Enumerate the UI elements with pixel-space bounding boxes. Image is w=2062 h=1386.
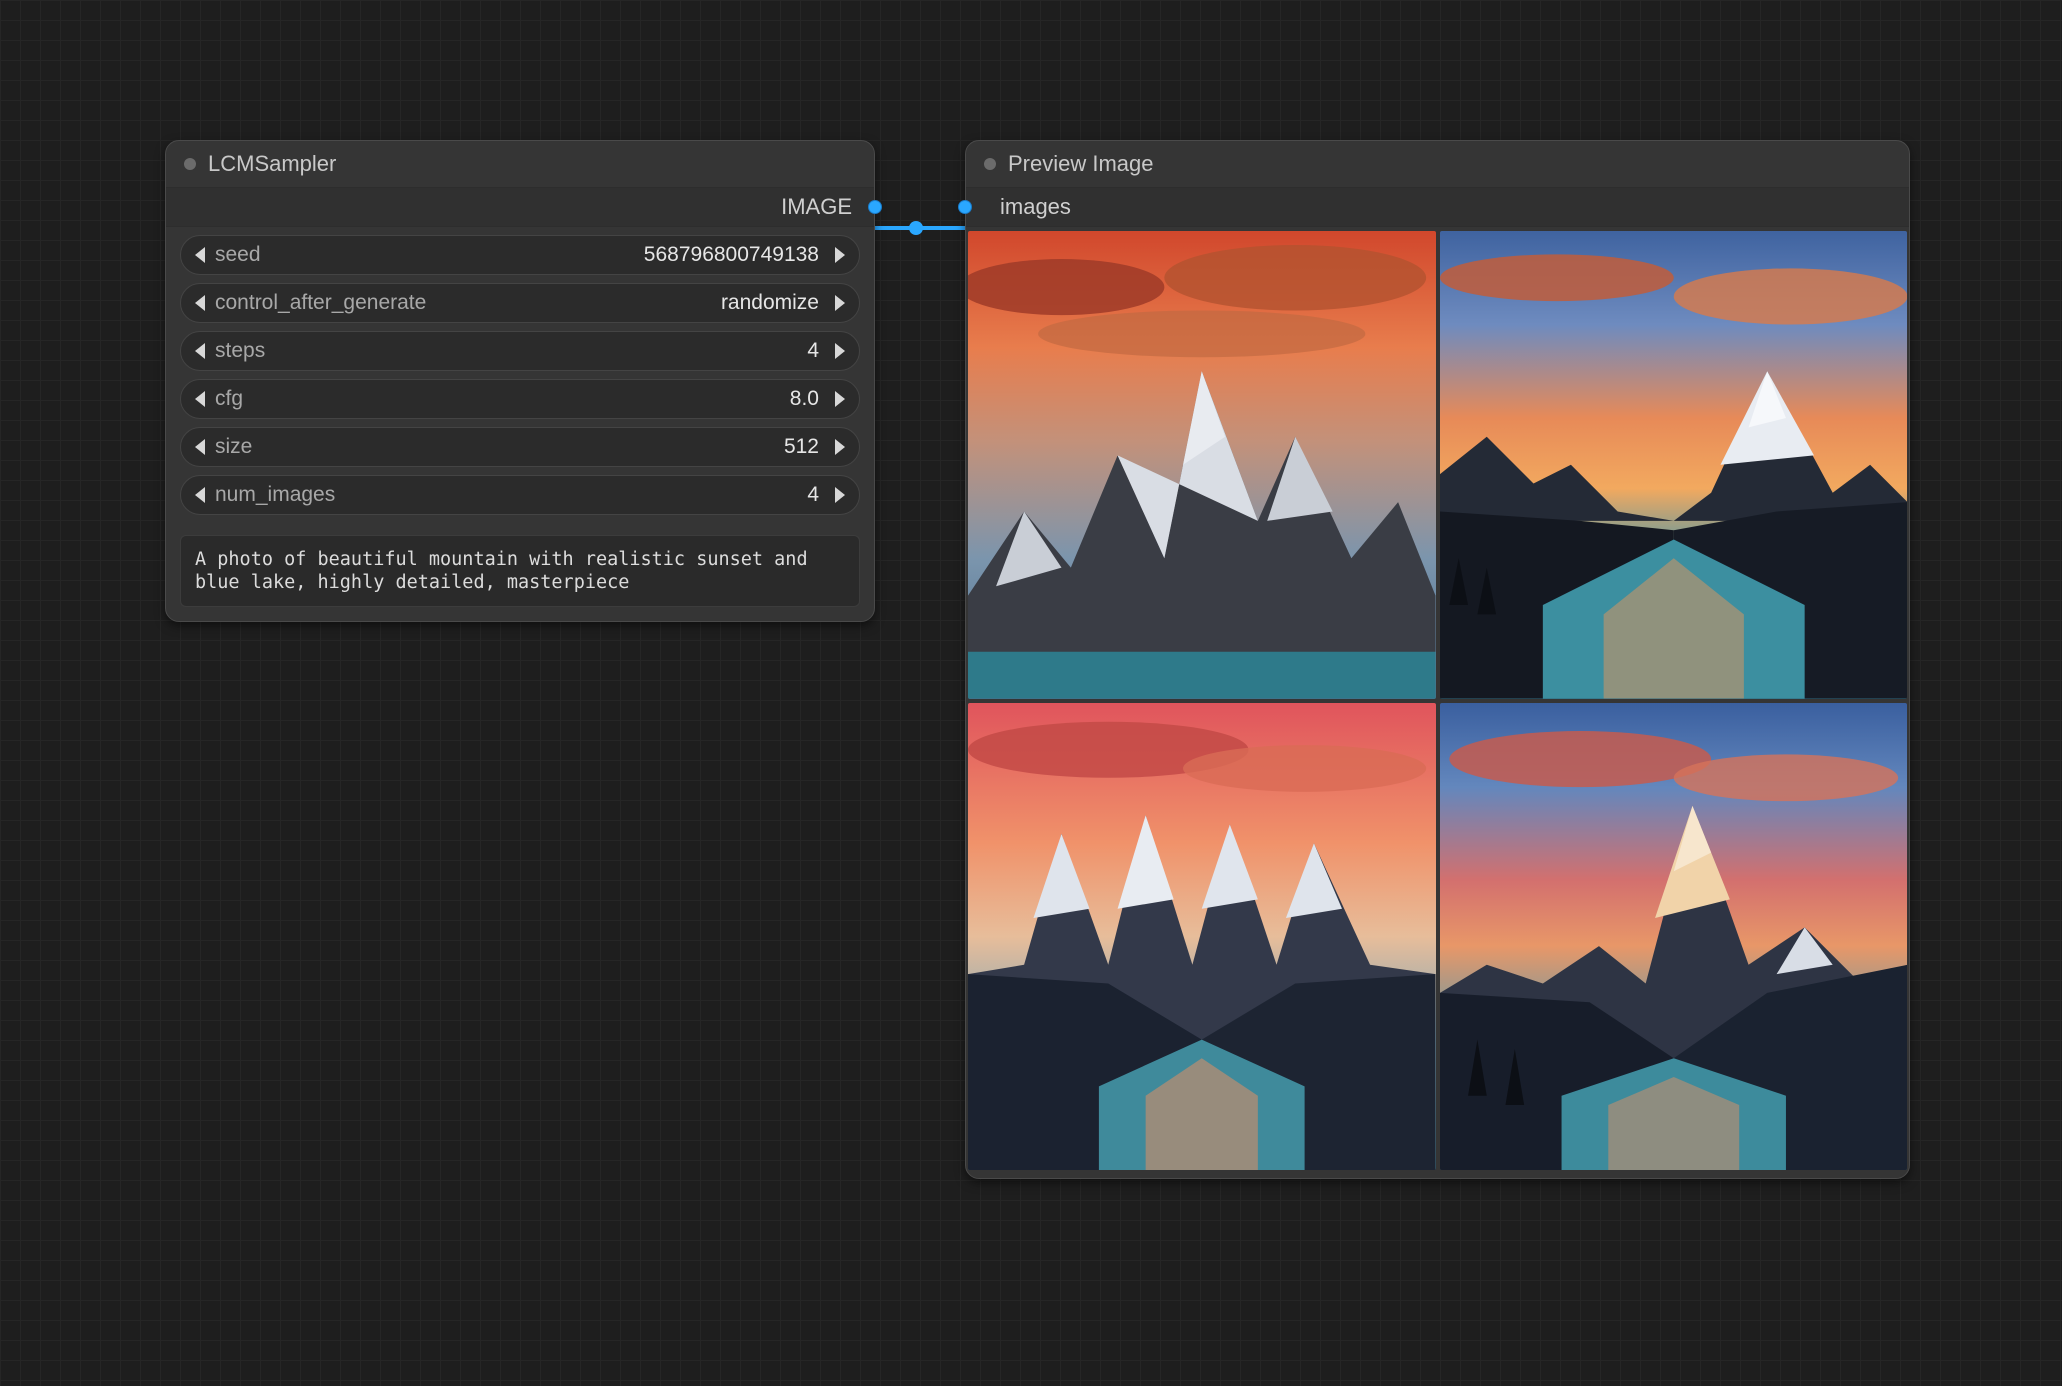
image-grid <box>966 227 1909 1178</box>
cag-value[interactable]: randomize <box>721 291 819 315</box>
seed-label: seed <box>215 243 261 267</box>
size-label: size <box>215 435 252 459</box>
size-decrement-icon[interactable] <box>195 439 205 455</box>
node-header[interactable]: Preview Image <box>966 141 1909 188</box>
widgets-container: seed 568796800749138 control_after_gener… <box>166 227 874 529</box>
node-title: Preview Image <box>1008 151 1154 177</box>
steps-widget[interactable]: steps 4 <box>180 331 860 371</box>
input-port-label: images <box>1000 194 1071 220</box>
steps-label: steps <box>215 339 265 363</box>
preview-image-1[interactable] <box>968 231 1436 699</box>
node-title: LCMSampler <box>208 151 336 177</box>
control-after-generate-widget[interactable]: control_after_generate randomize <box>180 283 860 323</box>
cag-prev-icon[interactable] <box>195 295 205 311</box>
output-port-label: IMAGE <box>781 194 852 220</box>
node-header[interactable]: LCMSampler <box>166 141 874 188</box>
cfg-value[interactable]: 8.0 <box>790 387 819 411</box>
size-widget[interactable]: size 512 <box>180 427 860 467</box>
nimg-label: num_images <box>215 483 335 507</box>
cag-label: control_after_generate <box>215 291 426 315</box>
size-value[interactable]: 512 <box>784 435 819 459</box>
preview-image-2[interactable] <box>1440 231 1908 699</box>
num-images-widget[interactable]: num_images 4 <box>180 475 860 515</box>
size-increment-icon[interactable] <box>835 439 845 455</box>
canvas-background[interactable]: LCMSampler IMAGE seed 568796800749138 co… <box>0 0 2062 1386</box>
nimg-decrement-icon[interactable] <box>195 487 205 503</box>
steps-increment-icon[interactable] <box>835 343 845 359</box>
nimg-increment-icon[interactable] <box>835 487 845 503</box>
lcmsampler-node[interactable]: LCMSampler IMAGE seed 568796800749138 co… <box>165 140 875 622</box>
node-collapse-dot-icon[interactable] <box>184 158 196 170</box>
nimg-value[interactable]: 4 <box>807 483 819 507</box>
preview-image-node[interactable]: Preview Image images <box>965 140 1910 1179</box>
connection-wire <box>866 218 976 238</box>
cfg-widget[interactable]: cfg 8.0 <box>180 379 860 419</box>
cfg-label: cfg <box>215 387 243 411</box>
input-port-socket[interactable] <box>958 200 972 214</box>
node-collapse-dot-icon[interactable] <box>984 158 996 170</box>
seed-increment-icon[interactable] <box>835 247 845 263</box>
input-port-row: images <box>966 188 1909 227</box>
preview-image-3[interactable] <box>968 703 1436 1171</box>
cfg-decrement-icon[interactable] <box>195 391 205 407</box>
output-port-socket[interactable] <box>868 200 882 214</box>
seed-decrement-icon[interactable] <box>195 247 205 263</box>
steps-decrement-icon[interactable] <box>195 343 205 359</box>
steps-value[interactable]: 4 <box>807 339 819 363</box>
seed-widget[interactable]: seed 568796800749138 <box>180 235 860 275</box>
preview-image-4[interactable] <box>1440 703 1908 1171</box>
prompt-textarea[interactable]: A photo of beautiful mountain with reali… <box>180 535 860 607</box>
seed-value[interactable]: 568796800749138 <box>644 243 819 267</box>
cag-next-icon[interactable] <box>835 295 845 311</box>
cfg-increment-icon[interactable] <box>835 391 845 407</box>
output-port-row: IMAGE <box>166 188 874 227</box>
